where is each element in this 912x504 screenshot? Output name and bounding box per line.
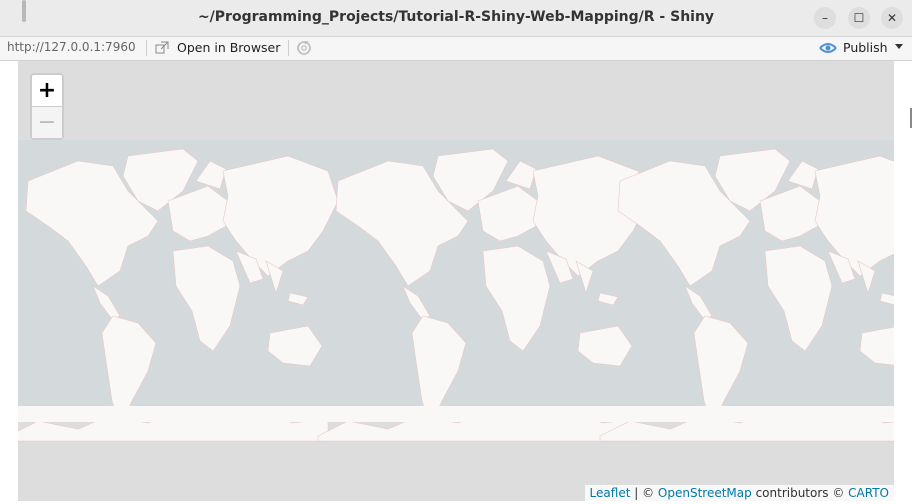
window-title: ~/Programming_Projects/Tutorial-R-Shiny-… — [197, 9, 715, 25]
maximize-button[interactable]: ☐ — [848, 7, 870, 29]
url-label: http://127.0.0.1:7960 — [7, 40, 136, 54]
leaflet-map[interactable] — [18, 61, 894, 501]
zoom-in-button[interactable]: + — [32, 75, 62, 107]
toolbar-separator — [288, 40, 289, 56]
publish-icon[interactable] — [819, 40, 837, 56]
viewer-toolbar: http://127.0.0.1:7960 Open in Browser Pu… — [0, 37, 912, 61]
map-tiles — [18, 140, 894, 442]
zoom-control: + − — [30, 73, 64, 140]
refresh-icon[interactable] — [296, 40, 312, 56]
attribution-contributors: contributors © — [751, 486, 849, 500]
minimize-button[interactable]: – — [814, 7, 836, 29]
open-in-browser-icon — [155, 41, 169, 54]
carto-link[interactable]: CARTO — [848, 486, 889, 500]
toolbar-separator — [146, 40, 147, 56]
map-attribution: Leaflet | © OpenStreetMap contributors ©… — [584, 485, 894, 501]
leaflet-link[interactable]: Leaflet — [590, 486, 631, 500]
zoom-out-button[interactable]: − — [32, 107, 62, 138]
open-in-browser-button[interactable]: Open in Browser — [177, 40, 280, 55]
close-button[interactable]: ✕ — [881, 7, 903, 29]
openstreetmap-link[interactable]: OpenStreetMap — [658, 486, 752, 500]
publish-dropdown-chevron-down-icon[interactable] — [895, 44, 903, 49]
attribution-separator: | © — [630, 486, 658, 500]
window-titlebar: ~/Programming_Projects/Tutorial-R-Shiny-… — [0, 0, 912, 37]
publish-button[interactable]: Publish — [843, 40, 888, 55]
